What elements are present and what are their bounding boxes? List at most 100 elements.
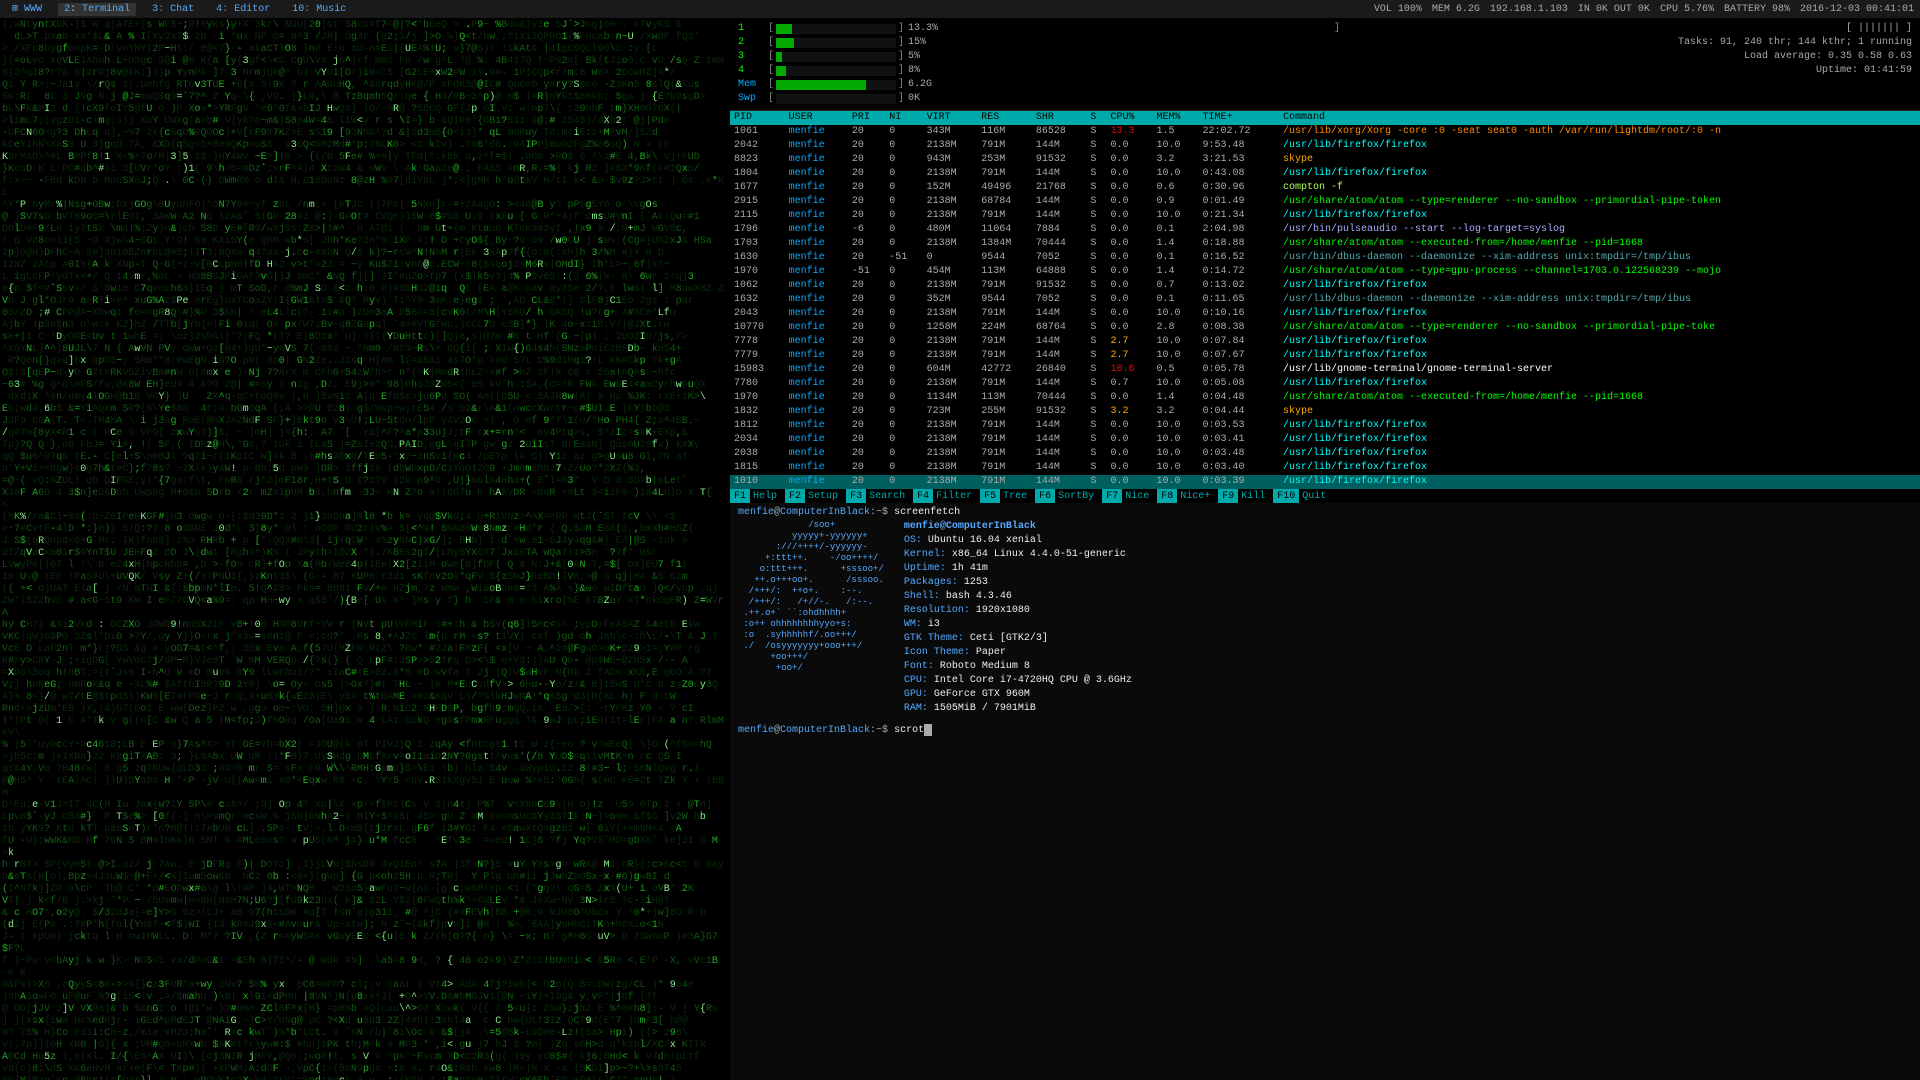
footer-label-f2: Setup [806, 489, 840, 503]
table-row[interactable]: 10770 menfie 20 0 1258M 224M 68764 S 0.0… [730, 321, 1920, 335]
table-row[interactable]: 1703 menfie 20 0 2138M 1384M 70444 S 0.0… [730, 237, 1920, 251]
table-row[interactable]: 1832 menfie 20 0 723M 255M 91532 S 3.2 3… [730, 405, 1920, 419]
topbar: ⊞ WWW 2: Terminal 3: Chat 4: Editor 10: … [0, 0, 1920, 18]
col-shr: SHR [1032, 111, 1087, 125]
footer-label-f1: Help [751, 489, 779, 503]
table-row[interactable]: 1970 menfie 20 0 1134M 113M 70444 S 0.0 … [730, 391, 1920, 405]
matrix-background: |;wNtyntXDK-]$ W q|ATE+[s WF$+;R!0yKs)y+… [0, 18, 730, 1080]
right-bracket-bars: [ ||||||| ] [1846, 22, 1912, 36]
process-table: PID USER PRI NI VIRT RES SHR S CPU% MEM%… [730, 111, 1920, 489]
htop-cpu-bars: 1 [ ] 13.3% 2 [ ] 15% 3 [ ] [734, 20, 1320, 108]
table-row[interactable]: 1804 menfie 20 0 2138M 791M 144M S 0.0 1… [730, 167, 1920, 181]
terminal-panel: menfie@ComputerInBlack:~$ screenfetch /s… [730, 503, 1920, 1080]
footer-key-f10[interactable]: F10 [1273, 489, 1299, 503]
prompt-colon-1: :~$ [870, 507, 894, 518]
vol-indicator: VOL 100% [1374, 4, 1422, 15]
col-ni: NI [885, 111, 922, 125]
table-row[interactable]: 2043 menfie 20 0 2138M 791M 144M S 0.0 1… [730, 307, 1920, 321]
process-table-container: PID USER PRI NI VIRT RES SHR S CPU% MEM%… [730, 111, 1920, 489]
terminal-cursor [924, 724, 932, 736]
col-mem: MEM% [1153, 111, 1199, 125]
ubuntu-logo-ascii: /soo+ yyyyy+-yyyyyy+ :///++++/-yyyyyy- +… [738, 520, 884, 716]
table-row[interactable]: 2038 menfie 20 0 2138M 791M 144M S 0.0 1… [730, 447, 1920, 461]
load-line: Load average: 0.35 0.58 0.63 [1334, 50, 1912, 64]
tab-editor[interactable]: 4: Editor [210, 3, 276, 16]
matrix-content: |;wNtyntXDK-]$ W q|ATE+[s WF$+;R!0yKs)y+… [0, 18, 730, 1080]
footer-key-f7[interactable]: F7 [1102, 489, 1122, 503]
table-row[interactable]: 1010 menfie 20 0 2138M 791M 144M S 0.0 1… [730, 475, 1920, 489]
uptime-line: Uptime: 01:41:59 [1334, 64, 1912, 78]
col-virt: VIRT [923, 111, 978, 125]
col-pid: PID [730, 111, 785, 125]
table-row[interactable]: 2115 menfie 20 0 2138M 791M 144M S 0.0 1… [730, 209, 1920, 223]
table-row[interactable]: 8823 menfie 20 0 943M 253M 91532 S 0.0 3… [730, 153, 1920, 167]
table-row[interactable]: 2915 menfie 20 0 2138M 68784 144M S 0.0 … [730, 195, 1920, 209]
col-pri: PRI [848, 111, 885, 125]
table-row[interactable]: 1677 menfie 20 0 152M 49496 21768 S 0.0 … [730, 181, 1920, 195]
footer-label-f3: Search [867, 489, 907, 503]
table-row[interactable]: 1970 menfie -51 0 454M 113M 64888 S 0.0 … [730, 265, 1920, 279]
table-row[interactable]: 7779 menfie 20 0 2138M 791M 144M S 2.7 1… [730, 349, 1920, 363]
footer-key-f2[interactable]: F2 [785, 489, 805, 503]
tab-music[interactable]: 10: Music [286, 3, 352, 16]
table-row[interactable]: 2034 menfie 20 0 2138M 791M 144M S 0.0 1… [730, 433, 1920, 447]
footer-key-f3[interactable]: F3 [846, 489, 866, 503]
table-row[interactable]: 1796 menfie -6 0 480M 11064 7884 S 0.0 0… [730, 223, 1920, 237]
tasks-line: Tasks: 91, 240 thr; 144 kthr; 1 running [1334, 36, 1912, 50]
tab-chat[interactable]: 3: Chat [146, 3, 200, 16]
table-header-row: PID USER PRI NI VIRT RES SHR S CPU% MEM%… [730, 111, 1920, 125]
cpu-indicator: CPU 5.76% [1660, 4, 1714, 15]
table-row[interactable]: 1061 menfie 20 0 343M 116M 86528 S 13.3 … [730, 125, 1920, 139]
table-row[interactable]: 1062 menfie 20 0 2138M 791M 91532 S 0.0 … [730, 279, 1920, 293]
footer-label-f7: Nice [1123, 489, 1151, 503]
right-panel: 1 [ ] 13.3% 2 [ ] 15% 3 [ ] [730, 18, 1920, 1080]
topbar-right: VOL 100% MEM 6.2G 192.168.1.103 IN 0K OU… [1374, 4, 1914, 15]
footer-label-f6: SortBy [1056, 489, 1096, 503]
table-row[interactable]: 1630 menfie 20 -51 0 9544 7052 S 0.0 0.1… [730, 251, 1920, 265]
mem-indicator: MEM 6.2G [1432, 4, 1480, 15]
prompt-user-2: menfie [738, 725, 774, 736]
col-res: RES [977, 111, 1032, 125]
datetime-indicator: 2016-12-03 00:41:01 [1800, 4, 1914, 15]
col-cmd: Command [1279, 111, 1920, 125]
table-row[interactable]: 1632 menfie 20 0 352M 9544 7052 S 0.0 0.… [730, 293, 1920, 307]
screenfetch-command: screenfetch [894, 507, 960, 518]
prompt-host-2: ComputerInBlack [780, 725, 870, 736]
battery-indicator: BATTERY 98% [1724, 4, 1790, 15]
tab-terminal[interactable]: 2: Terminal [58, 3, 136, 16]
table-row[interactable]: 2042 menfie 20 0 2138M 791M 144M S 0.0 1… [730, 139, 1920, 153]
workspace-icon: ⊞ [12, 4, 18, 15]
htop-footer: F1HelpF2SetupF3SearchF4FilterF5TreeF6Sor… [730, 489, 1920, 503]
table-row[interactable]: 7778 menfie 20 0 2138M 791M 144M S 2.7 1… [730, 335, 1920, 349]
htop-sysinfo: ] [ ||||||| ] Tasks: 91, 240 thr; 144 kt… [1330, 20, 1916, 108]
net-indicator: IN 0K OUT 0K [1578, 4, 1650, 15]
footer-label-f8: Nice+ [1178, 489, 1212, 503]
col-user: USER [785, 111, 848, 125]
footer-label-f9: Kill [1239, 489, 1267, 503]
table-row[interactable]: 1812 menfie 20 0 2138M 791M 144M S 0.0 1… [730, 419, 1920, 433]
ip-indicator: 192.168.1.103 [1490, 4, 1568, 15]
footer-key-f4[interactable]: F4 [913, 489, 933, 503]
topbar-left: ⊞ WWW 2: Terminal 3: Chat 4: Editor 10: … [6, 2, 352, 16]
prompt-sep-2: :~$ [870, 725, 894, 736]
footer-label-f10: Quit [1300, 489, 1328, 503]
footer-key-f8[interactable]: F8 [1157, 489, 1177, 503]
footer-key-f5[interactable]: F5 [980, 489, 1000, 503]
screenfetch-output: /soo+ yyyyy+-yyyyyy+ :///++++/-yyyyyy- +… [738, 520, 1912, 716]
tasks-info: ] [ ||||||| ] [1334, 22, 1912, 36]
prompt-host-1: ComputerInBlack [780, 507, 870, 518]
process-table-body: 1061 menfie 20 0 343M 116M 86528 S 13.3 … [730, 125, 1920, 489]
table-row[interactable]: 15983 menfie 20 0 604M 42772 26840 S 10.… [730, 363, 1920, 377]
table-row[interactable]: 1815 menfie 20 0 2138M 791M 144M S 0.0 1… [730, 461, 1920, 475]
htop-panel: 1 [ ] 13.3% 2 [ ] 15% 3 [ ] [730, 18, 1920, 503]
footer-key-f6[interactable]: F6 [1035, 489, 1055, 503]
table-row[interactable]: 7780 menfie 20 0 2138M 791M 144M S 0.7 1… [730, 377, 1920, 391]
col-time: TIME+ [1199, 111, 1279, 125]
current-command: scrot [894, 725, 924, 736]
col-cpu: CPU% [1107, 111, 1153, 125]
footer-key-f9[interactable]: F9 [1218, 489, 1238, 503]
screenfetch-prompt: menfie@ComputerInBlack:~$ screenfetch [738, 507, 1912, 518]
footer-key-f1[interactable]: F1 [730, 489, 750, 503]
footer-label-f4: Filter [934, 489, 974, 503]
prompt-user-1: menfie [738, 507, 774, 518]
